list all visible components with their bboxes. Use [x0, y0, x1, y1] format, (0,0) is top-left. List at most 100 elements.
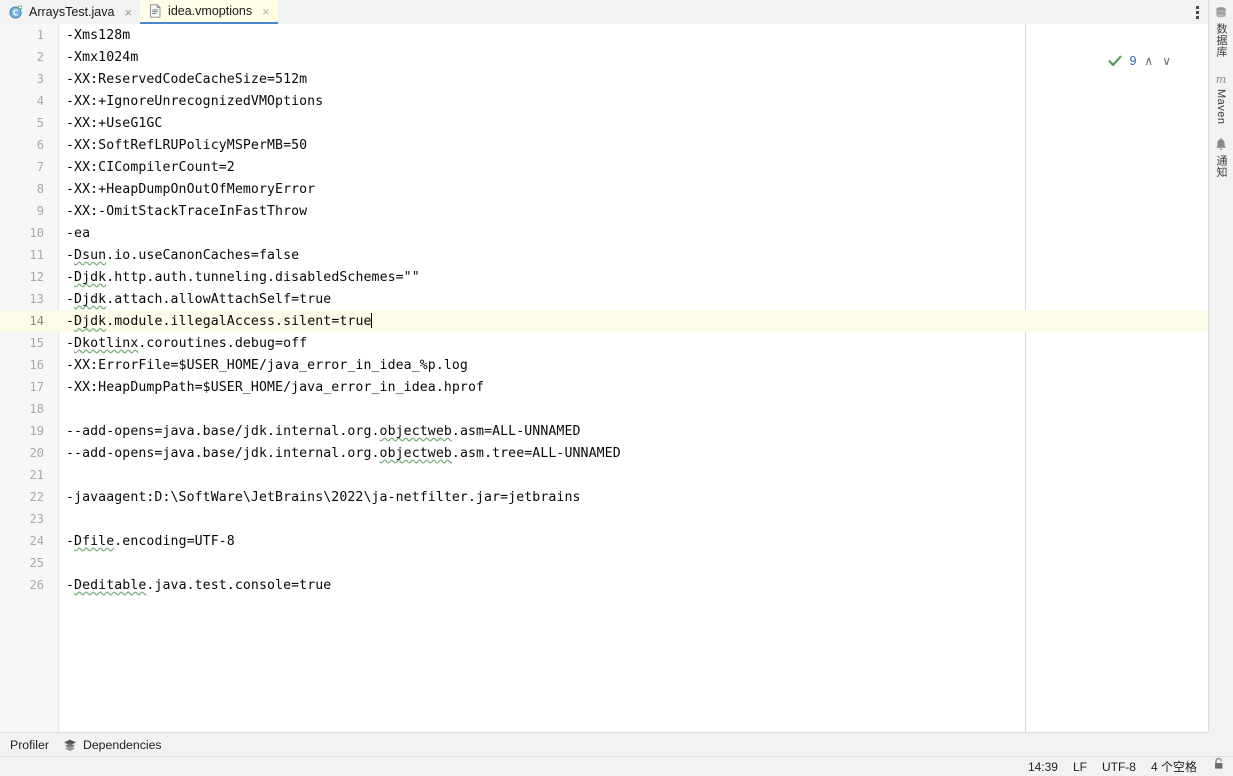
code-line[interactable]: 22 -javaagent:D:\SoftWare\JetBrains\2022\…	[0, 486, 1208, 508]
green-check-icon	[1108, 55, 1123, 68]
tab-close-icon[interactable]: ×	[262, 5, 270, 18]
svg-text:C: C	[13, 8, 19, 17]
code-line[interactable]: 12 -Djdk.http.auth.tunneling.disabledSche…	[0, 266, 1208, 288]
java-class-icon: C	[9, 5, 23, 19]
tool-window-notifications[interactable]: 通知	[1209, 138, 1233, 178]
code-line[interactable]: 17 -XX:HeapDumpPath=$USER_HOME/java_error…	[0, 376, 1208, 398]
code-line[interactable]: 8 -XX:+HeapDumpOnOutOfMemoryError	[0, 178, 1208, 200]
code-line[interactable]: 19 --add-opens=java.base/jdk.internal.org…	[0, 420, 1208, 442]
code-line[interactable]: 5 -XX:+UseG1GC	[0, 112, 1208, 134]
tool-window-label: Maven	[1215, 88, 1227, 125]
right-tool-window-strip: 数据库 m Maven 通知	[1208, 0, 1233, 732]
line-number: 10	[29, 226, 44, 240]
code-line[interactable]: 2 -Xmx1024m	[0, 46, 1208, 68]
status-bar: 14:39 LF UTF-8 4 个空格	[0, 756, 1233, 776]
line-number: 13	[29, 292, 44, 306]
code-editor[interactable]: 1 -Xms128m 2 -Xmx1024m 3 -XX:ReservedCodeCach…	[0, 24, 1208, 732]
line-number: 22	[29, 490, 44, 504]
tool-window-profiler[interactable]: Profiler	[6, 733, 59, 757]
code-line-text[interactable]: --add-opens=java.base/jdk.internal.org.o…	[58, 424, 1208, 439]
tool-window-label: 数据库	[1215, 23, 1227, 58]
tool-window-dependencies[interactable]: Dependencies	[59, 733, 172, 757]
code-line-text[interactable]: -Dkotlinx.coroutines.debug=off	[58, 336, 1208, 351]
line-number: 6	[36, 138, 44, 152]
code-line-text[interactable]: -XX:ReservedCodeCacheSize=512m	[58, 72, 1208, 87]
database-icon	[1214, 6, 1228, 20]
code-line-text[interactable]: -XX:+UseG1GC	[58, 116, 1208, 131]
more-options-icon[interactable]	[1186, 0, 1208, 24]
code-line-text[interactable]: -XX:SoftRefLRUPolicyMSPerMB=50	[58, 138, 1208, 153]
code-line[interactable]: 1 -Xms128m	[0, 24, 1208, 46]
text-caret	[370, 313, 372, 328]
editor-code-area[interactable]: 1 -Xms128m 2 -Xmx1024m 3 -XX:ReservedCodeCach…	[0, 24, 1208, 732]
code-line-text[interactable]: -Djdk.http.auth.tunneling.disabledScheme…	[58, 270, 1208, 285]
code-line-text[interactable]: -XX:-OmitStackTraceInFastThrow	[58, 204, 1208, 219]
code-line-current[interactable]: 14 -Djdk.module.illegalAccess.silent=true	[0, 310, 1208, 332]
tool-window-label: Profiler	[10, 737, 49, 752]
code-line-text[interactable]: -Deditable.java.test.console=true	[58, 578, 1208, 593]
tool-window-label: 通知	[1215, 155, 1227, 179]
editor-tab-idea-vmoptions[interactable]: idea.vmoptions ×	[140, 0, 278, 24]
code-line[interactable]: 15 -Dkotlinx.coroutines.debug=off	[0, 332, 1208, 354]
editor-tab-arraystest-java[interactable]: C ArraysTest.java ×	[0, 0, 141, 24]
code-line[interactable]: 21	[0, 464, 1208, 486]
code-line-text[interactable]: -XX:HeapDumpPath=$USER_HOME/java_error_i…	[58, 380, 1208, 395]
code-line[interactable]: 20 --add-opens=java.base/jdk.internal.org…	[0, 442, 1208, 464]
code-line[interactable]: 10 -ea	[0, 222, 1208, 244]
line-number: 15	[29, 336, 44, 350]
line-number: 5	[36, 116, 44, 130]
warning-token: Djdk	[74, 269, 107, 285]
code-line-text[interactable]: -Djdk.attach.allowAttachSelf=true	[58, 292, 1208, 307]
code-line-text[interactable]: -XX:+HeapDumpOnOutOfMemoryError	[58, 182, 1208, 197]
line-number: 16	[29, 358, 44, 372]
chevron-down-icon[interactable]: ∨	[1161, 54, 1172, 68]
code-line-text[interactable]: -Xmx1024m	[58, 50, 1208, 65]
status-encoding[interactable]: UTF-8	[1102, 757, 1136, 776]
line-number: 1	[36, 28, 44, 42]
code-line-text[interactable]: -Dfile.encoding=UTF-8	[58, 534, 1208, 549]
code-line-text[interactable]: -Dsun.io.useCanonCaches=false	[58, 248, 1208, 263]
code-line-text[interactable]: -Xms128m	[58, 28, 1208, 43]
status-line-separator[interactable]: LF	[1073, 757, 1087, 776]
tool-window-database[interactable]: 数据库	[1209, 6, 1233, 58]
code-line[interactable]: 6 -XX:SoftRefLRUPolicyMSPerMB=50	[0, 134, 1208, 156]
code-line[interactable]: 23	[0, 508, 1208, 530]
status-caret-position[interactable]: 14:39	[1028, 757, 1058, 776]
tab-close-icon[interactable]: ×	[124, 6, 132, 19]
line-number: 14	[29, 314, 44, 328]
code-line[interactable]: 16 -XX:ErrorFile=$USER_HOME/java_error_in…	[0, 354, 1208, 376]
line-number: 19	[29, 424, 44, 438]
code-line[interactable]: 18	[0, 398, 1208, 420]
chevron-up-icon[interactable]: ∧	[1143, 54, 1154, 68]
editor-tab-label: idea.vmoptions	[168, 4, 253, 18]
bell-icon	[1214, 138, 1228, 152]
status-indent[interactable]: 4 个空格	[1151, 757, 1197, 776]
code-line-text[interactable]: -XX:CICompilerCount=2	[58, 160, 1208, 175]
line-number: 17	[29, 380, 44, 394]
line-number: 23	[29, 512, 44, 526]
code-line-text[interactable]: -Djdk.module.illegalAccess.silent=true	[58, 313, 1208, 329]
code-line[interactable]: 25	[0, 552, 1208, 574]
inspection-status-widget[interactable]: 9 ∧ ∨	[1108, 54, 1172, 68]
code-line[interactable]: 24 -Dfile.encoding=UTF-8	[0, 530, 1208, 552]
tab-bar-spacer	[278, 0, 1186, 24]
lock-icon[interactable]	[1212, 757, 1225, 776]
code-line[interactable]: 13 -Djdk.attach.allowAttachSelf=true	[0, 288, 1208, 310]
code-line[interactable]: 9 -XX:-OmitStackTraceInFastThrow	[0, 200, 1208, 222]
code-line[interactable]: 3 -XX:ReservedCodeCacheSize=512m	[0, 68, 1208, 90]
code-line[interactable]: 11 -Dsun.io.useCanonCaches=false	[0, 244, 1208, 266]
tool-window-maven[interactable]: m Maven	[1209, 72, 1233, 125]
editor-tab-bar: C ArraysTest.java × idea.vmoptions ×	[0, 0, 1233, 24]
warning-token: objectweb	[379, 423, 452, 439]
code-line-text[interactable]: -XX:ErrorFile=$USER_HOME/java_error_in_i…	[58, 358, 1208, 373]
code-line[interactable]: 4 -XX:+IgnoreUnrecognizedVMOptions	[0, 90, 1208, 112]
bottom-tool-window-bar: Profiler Dependencies	[0, 732, 1208, 756]
warning-token: Djdk	[74, 314, 107, 329]
code-line[interactable]: 26 -Deditable.java.test.console=true	[0, 574, 1208, 596]
code-line-text[interactable]: -XX:+IgnoreUnrecognizedVMOptions	[58, 94, 1208, 109]
code-line[interactable]: 7 -XX:CICompilerCount=2	[0, 156, 1208, 178]
code-line-text[interactable]: --add-opens=java.base/jdk.internal.org.o…	[58, 446, 1208, 461]
code-line-text[interactable]: -ea	[58, 226, 1208, 241]
code-line-text[interactable]: -javaagent:D:\SoftWare\JetBrains\2022\ja…	[58, 490, 1208, 505]
line-number: 2	[36, 50, 44, 64]
